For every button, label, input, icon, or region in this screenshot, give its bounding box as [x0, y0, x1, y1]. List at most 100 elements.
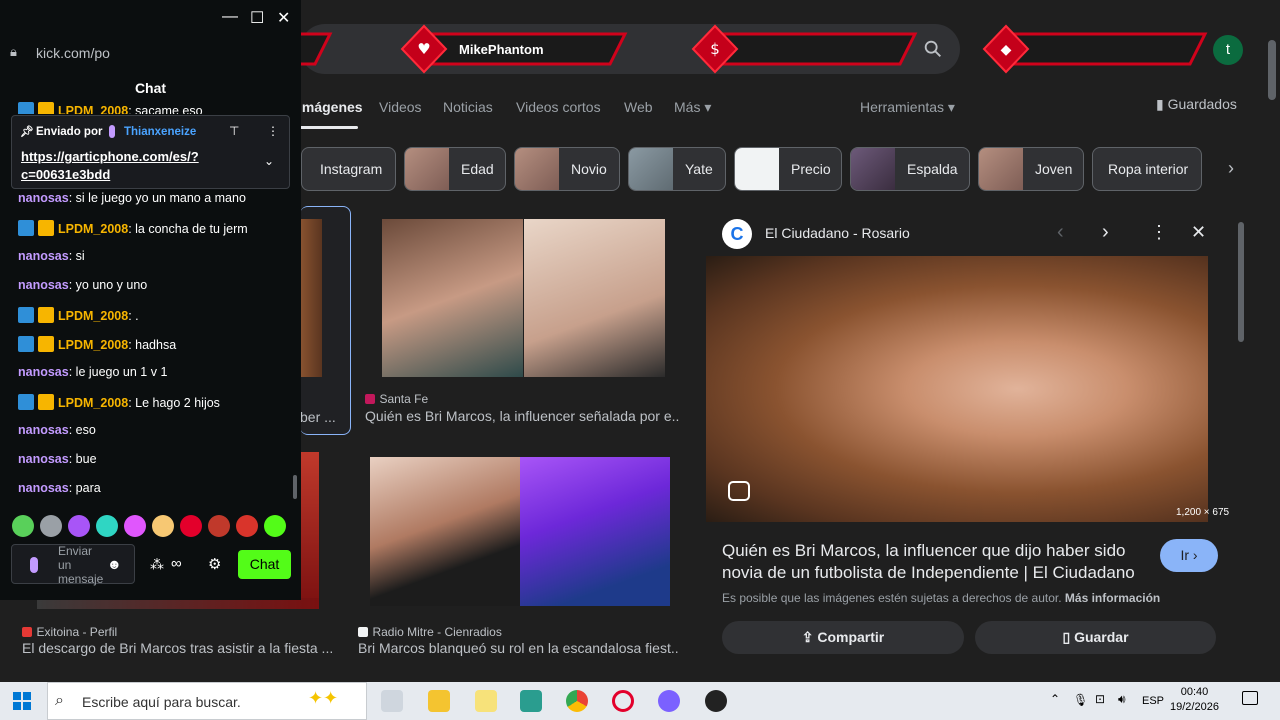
microphone-icon[interactable]: 🎙︎ [1073, 693, 1088, 707]
chevron-up-icon[interactable]: ⌃ [1050, 692, 1060, 706]
saved-button[interactable]: ▮ Guardados [1156, 96, 1237, 113]
tab-images[interactable]: Imágenes [298, 99, 363, 115]
result-title[interactable]: Quién es Bri Marcos, la influencer señal… [365, 408, 680, 424]
search-icon: ⌕ [55, 692, 64, 709]
emote-icon[interactable] [96, 515, 118, 537]
address-bar[interactable]: kick.com/po [36, 45, 110, 61]
emote-icon[interactable] [264, 515, 286, 537]
chip-thumbnail [735, 148, 779, 190]
panel-source[interactable]: El Ciudadano - Rosario [765, 225, 910, 241]
emote-icon[interactable] [236, 515, 258, 537]
tab-web[interactable]: Web [624, 99, 653, 115]
app-icon[interactable] [520, 690, 542, 712]
tab-more[interactable]: Más ▾ [674, 99, 711, 116]
chat-username[interactable]: nanosas [18, 452, 69, 466]
visit-button[interactable]: Ir › [1160, 539, 1218, 572]
pointer-icon[interactable]: ⁂ [150, 556, 164, 573]
chat-username[interactable]: nanosas [18, 249, 69, 263]
more-info-link[interactable]: Más información [1065, 591, 1160, 605]
settings-icon[interactable]: ⚙ [208, 555, 221, 573]
chip-edad[interactable]: Edad [404, 147, 506, 191]
sparkle-icon[interactable]: ✦✦ [308, 688, 338, 709]
windows-start-icon[interactable] [13, 692, 31, 710]
result-title[interactable]: El descargo de Bri Marcos tras asistir a… [22, 640, 332, 656]
emote-icon[interactable] [40, 515, 62, 537]
chat-scrollbar[interactable] [293, 475, 297, 499]
previous-icon[interactable]: ‹ [1057, 221, 1064, 244]
chevron-right-icon[interactable]: › [1228, 158, 1234, 179]
chip-novio[interactable]: Novio [514, 147, 620, 191]
emoji-icon[interactable]: ☻ [107, 556, 122, 572]
infinity-icon[interactable]: ∞ [171, 555, 182, 572]
chip-instagram[interactable]: Instagram [301, 147, 396, 191]
selected-result-card[interactable]: ber ... [300, 206, 351, 435]
result-image[interactable] [524, 219, 665, 377]
chip-ropa-interior[interactable]: Ropa interior [1092, 147, 1202, 191]
emote-icon[interactable] [180, 515, 202, 537]
send-chat-button[interactable]: Chat [238, 550, 291, 579]
chat-username[interactable]: LPDM_2008 [58, 338, 128, 352]
notifications-icon[interactable] [1242, 691, 1258, 705]
emote-icon[interactable] [124, 515, 146, 537]
chat-input[interactable]: Enviar un mensaje ☻ [11, 544, 135, 586]
language-indicator[interactable]: ESP [1142, 695, 1164, 707]
discord-icon[interactable] [658, 690, 680, 712]
opera-icon[interactable] [612, 690, 634, 712]
more-options-icon[interactable]: ⋮ [267, 124, 279, 138]
result-image[interactable] [520, 457, 670, 606]
scrollbar[interactable] [1238, 222, 1244, 342]
tab-videos[interactable]: Videos [379, 99, 422, 115]
chat-username[interactable]: nanosas [18, 365, 69, 379]
page-scrollbar[interactable] [1268, 40, 1276, 100]
panel-title[interactable]: Quién es Bri Marcos, la influencer que d… [722, 540, 1142, 584]
app-icon[interactable] [475, 690, 497, 712]
chat-username[interactable]: LPDM_2008 [58, 396, 128, 410]
close-icon[interactable]: ✕ [277, 8, 290, 28]
chat-username[interactable]: nanosas [18, 191, 69, 205]
emote-icon[interactable] [208, 515, 230, 537]
chat-username[interactable]: nanosas [18, 278, 69, 292]
result-title[interactable]: Bri Marcos blanqueó su rol en la escanda… [358, 640, 678, 656]
chat-username[interactable]: nanosas [18, 423, 69, 437]
badge-icon [18, 394, 34, 410]
maximize-icon[interactable]: ☐ [250, 8, 264, 28]
unpin-icon[interactable]: ⊤ [229, 124, 239, 138]
result-image[interactable] [300, 452, 319, 609]
chip-thumbnail [851, 148, 895, 190]
pinned-link[interactable]: https://garticphone.com/es/? c=00631e3bdd [21, 148, 199, 184]
chat-username[interactable]: nanosas [18, 481, 69, 495]
save-button[interactable]: ▯ Guardar [975, 621, 1216, 654]
tab-short-videos[interactable]: Videos cortos [516, 99, 601, 115]
file-explorer-icon[interactable] [428, 690, 450, 712]
close-icon[interactable]: ✕ [1191, 222, 1206, 243]
result-image[interactable] [382, 219, 523, 377]
tab-news[interactable]: Noticias [443, 99, 493, 115]
tools-button[interactable]: Herramientas ▾ [860, 99, 955, 116]
chat-username[interactable]: LPDM_2008 [58, 222, 128, 236]
task-view-icon[interactable] [381, 690, 403, 712]
chip-espalda[interactable]: Espalda [850, 147, 970, 191]
app-icon[interactable] [705, 690, 727, 712]
chip-yate[interactable]: Yate [628, 147, 726, 191]
more-options-icon[interactable]: ⋮ [1150, 222, 1168, 243]
lens-icon[interactable] [728, 481, 750, 501]
emote-icon[interactable] [12, 515, 34, 537]
emote-icon[interactable] [152, 515, 174, 537]
chip-label: Edad [461, 161, 494, 177]
preview-image[interactable] [706, 256, 1208, 522]
share-button[interactable]: ⇪ Compartir [722, 621, 964, 654]
result-image[interactable] [370, 457, 520, 606]
chip-precio[interactable]: Precio [734, 147, 842, 191]
chat-username[interactable]: LPDM_2008 [58, 309, 128, 323]
chrome-icon[interactable] [566, 690, 588, 712]
emote-icon[interactable] [68, 515, 90, 537]
clock[interactable]: 00:40 19/2/2026 [1170, 685, 1219, 715]
chat-username[interactable]: LPDM_2008 [58, 104, 128, 114]
minimize-icon[interactable]: — [222, 8, 238, 26]
chip-joven[interactable]: Joven [978, 147, 1084, 191]
next-icon[interactable]: › [1102, 221, 1109, 244]
network-icon[interactable]: ⊡ [1095, 692, 1105, 706]
volume-icon[interactable]: 🔊︎ [1118, 692, 1126, 707]
pinned-sender[interactable]: Thianxeneize [124, 126, 196, 138]
chevron-down-icon[interactable]: ⌄ [264, 154, 274, 168]
